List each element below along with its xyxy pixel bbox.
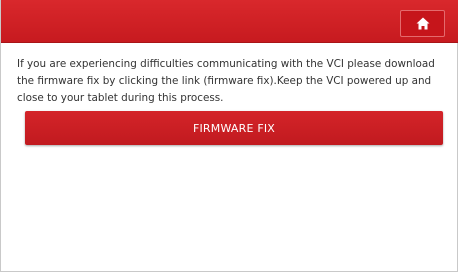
top-bar — [1, 0, 458, 43]
instruction-text: If you are experiencing difficulties com… — [17, 56, 445, 107]
firmware-fix-button[interactable]: FIRMWARE FIX — [25, 111, 443, 145]
home-button[interactable] — [400, 10, 445, 37]
firmware-fix-label: FIRMWARE FIX — [192, 121, 276, 135]
app-window: If you are experiencing difficulties com… — [0, 0, 458, 272]
home-icon — [416, 17, 430, 30]
